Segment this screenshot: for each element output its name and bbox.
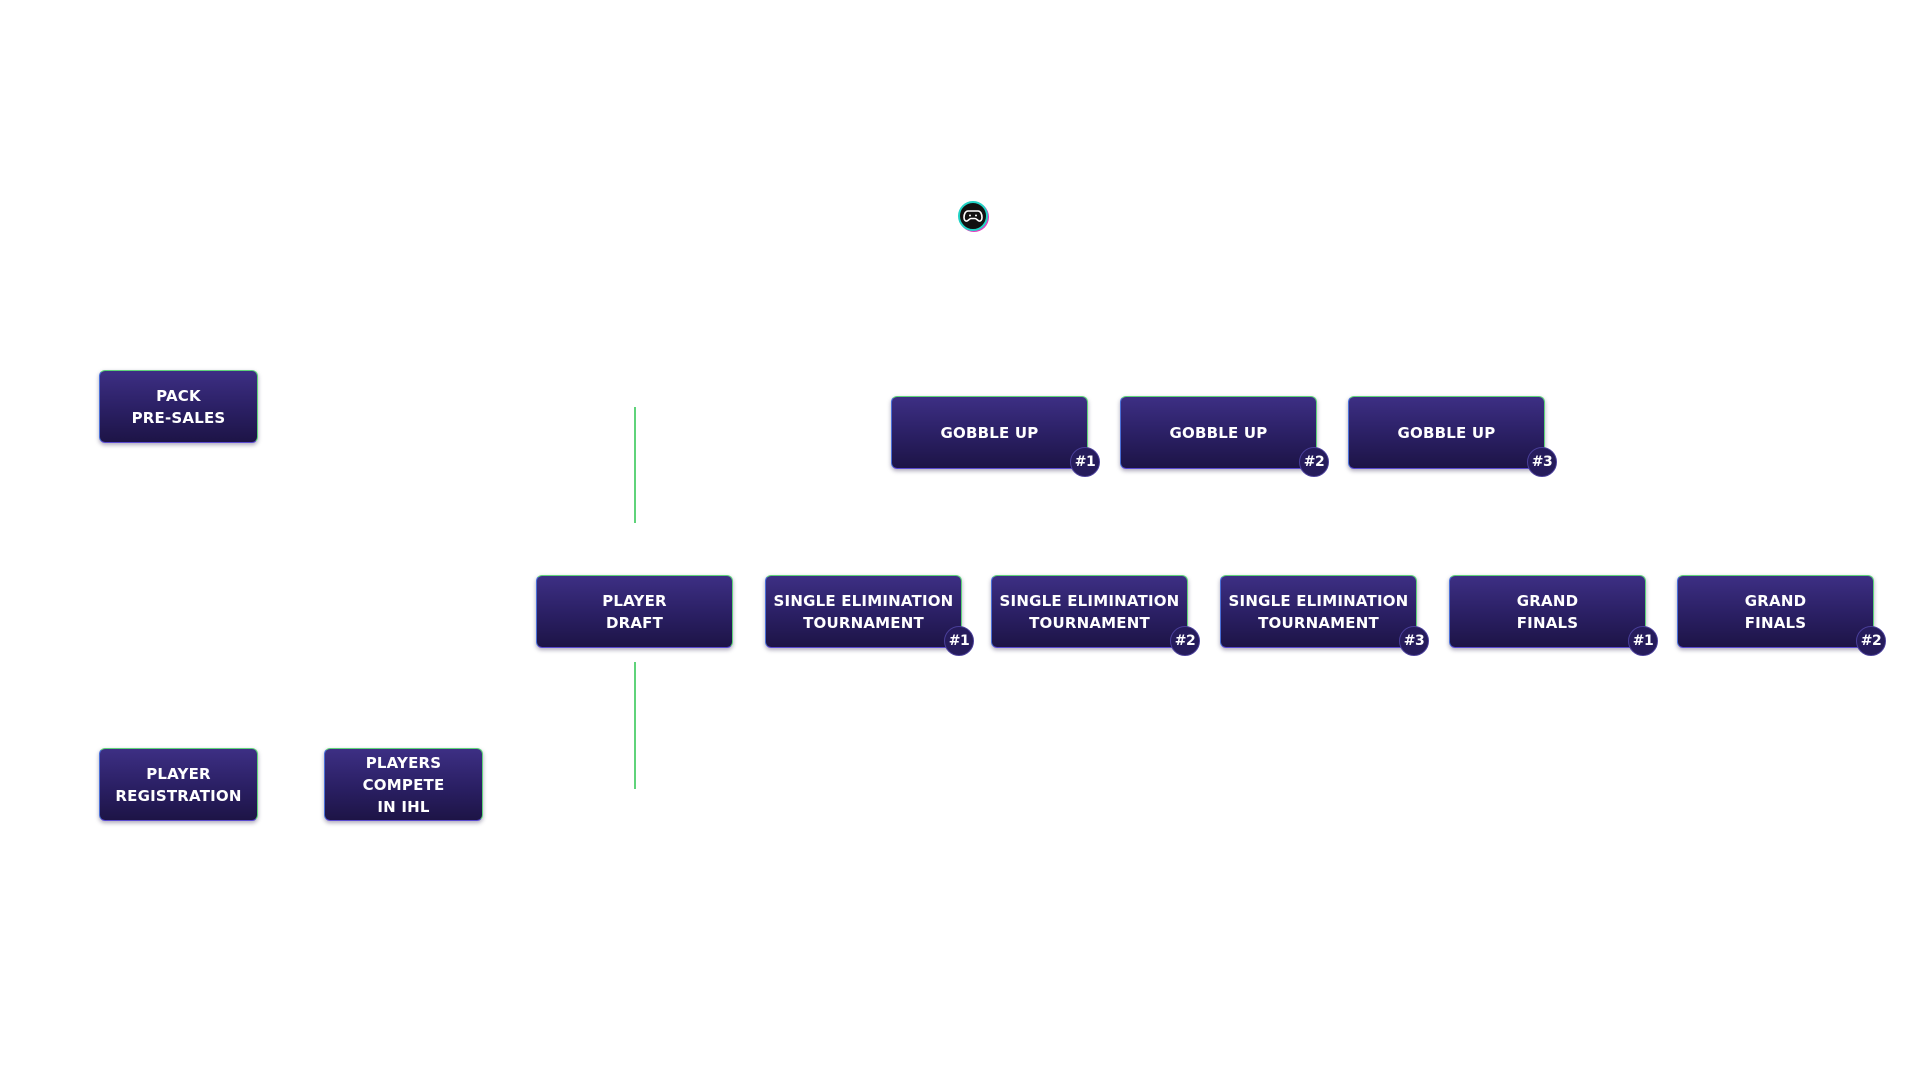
node-label: GOBBLE UP	[940, 423, 1039, 442]
step-badge: #2	[1170, 626, 1200, 656]
step-badge: #2	[1299, 447, 1329, 477]
node-label: SINGLE ELIMINATION TOURNAMENT	[999, 591, 1180, 632]
step-badge: #1	[944, 626, 974, 656]
node-label: PACK PRE-SALES	[131, 386, 226, 427]
step-badge: #1	[1628, 626, 1658, 656]
node-label: GRAND FINALS	[1516, 591, 1579, 632]
step-badge: #3	[1527, 447, 1557, 477]
node-label: GOBBLE UP	[1169, 423, 1268, 442]
node-pack-pre-sales[interactable]: PACK PRE-SALES	[99, 370, 258, 443]
node-single-elimination-3[interactable]: SINGLE ELIMINATION TOURNAMENT #3	[1220, 575, 1429, 656]
node-label: PLAYER REGISTRATION	[115, 764, 242, 805]
game-controller-icon	[958, 201, 988, 231]
node-grand-finals-1[interactable]: GRAND FINALS #1	[1449, 575, 1658, 656]
step-badge: #1	[1070, 447, 1100, 477]
node-gobble-up-3[interactable]: GOBBLE UP #3	[1348, 396, 1557, 477]
node-label: PLAYERS COMPETE IN IHL	[362, 753, 445, 816]
step-badge: #3	[1399, 626, 1429, 656]
node-label: SINGLE ELIMINATION TOURNAMENT	[1228, 591, 1409, 632]
node-players-compete-in-ihl[interactable]: PLAYERS COMPETE IN IHL	[324, 748, 483, 821]
node-player-draft[interactable]: PLAYER DRAFT	[536, 575, 733, 648]
step-badge: #2	[1856, 626, 1886, 656]
node-label: SINGLE ELIMINATION TOURNAMENT	[773, 591, 954, 632]
node-single-elimination-2[interactable]: SINGLE ELIMINATION TOURNAMENT #2	[991, 575, 1200, 656]
node-grand-finals-2[interactable]: GRAND FINALS #2	[1677, 575, 1886, 656]
node-label: PLAYER DRAFT	[602, 591, 667, 632]
connector-lines	[264, 406, 1677, 790]
node-single-elimination-1[interactable]: SINGLE ELIMINATION TOURNAMENT #1	[765, 575, 974, 656]
node-gobble-up-2[interactable]: GOBBLE UP #2	[1120, 396, 1329, 477]
node-player-registration[interactable]: PLAYER REGISTRATION	[99, 748, 258, 821]
node-label: GRAND FINALS	[1744, 591, 1807, 632]
node-label: GOBBLE UP	[1397, 423, 1496, 442]
node-gobble-up-1[interactable]: GOBBLE UP #1	[891, 396, 1100, 477]
